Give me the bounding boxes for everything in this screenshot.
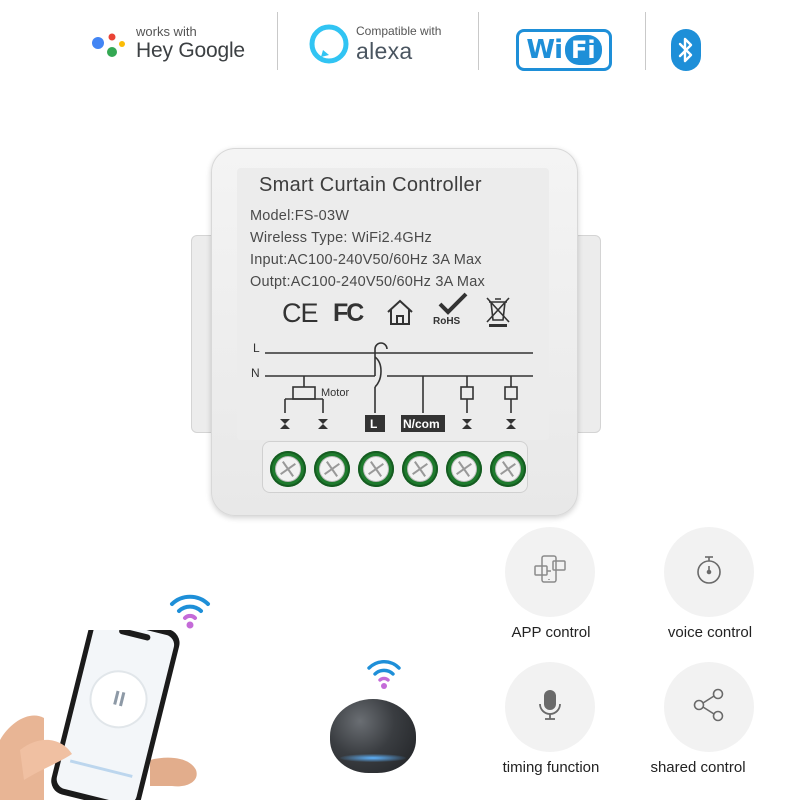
badge-divider [645, 12, 646, 70]
ce-mark: CE [282, 298, 319, 328]
screw-terminal [314, 451, 350, 487]
screw-terminal [446, 451, 482, 487]
feature-voice-control-label: voice control [667, 624, 753, 641]
google-badge: works with Hey Google [90, 14, 245, 74]
screw-terminal [402, 451, 438, 487]
terminal-label-n-com: N/com [403, 417, 440, 431]
wiring-label-n: N [251, 366, 260, 380]
feature-shared-control [664, 662, 754, 752]
hand-holding-phone [0, 613, 240, 805]
wifi-logo-wi: Wi [526, 35, 563, 65]
alexa-ring-icon [309, 24, 349, 64]
wifi-logo: Wi Fi [516, 29, 612, 71]
google-assistant-dots-icon [90, 24, 130, 64]
wiring-diagram [265, 342, 533, 432]
screw-terminal [358, 451, 394, 487]
feature-app-control [505, 527, 595, 617]
feature-timing-function-label: timing function [502, 759, 600, 776]
wifi-logo-fi: Fi [564, 35, 602, 65]
alexa-badge-small-text: Compatible with [356, 24, 442, 38]
app-control-icon [533, 553, 567, 592]
rohs-mark: RoHS [433, 316, 461, 327]
terminal-label-l: L [370, 417, 378, 431]
stopwatch-icon [693, 553, 725, 592]
smart-speaker-light-ring [340, 754, 406, 762]
alexa-badge-big-text: alexa [356, 38, 413, 64]
screw-terminal [490, 451, 526, 487]
feature-voice-control [664, 527, 754, 617]
bluetooth-icon [671, 29, 701, 71]
wiring-motor-label: Motor [321, 387, 350, 399]
badge-divider [478, 12, 479, 70]
device-output-rating: Outpt:AC100-240V50/60Hz 3A Max [250, 274, 485, 290]
wifi-signal-icon [170, 594, 210, 629]
feature-shared-control-label: shared control [650, 759, 746, 776]
bluetooth-badge [671, 20, 701, 80]
screw-terminal [270, 451, 306, 487]
wifi-signal-icon [367, 660, 401, 689]
badge-divider [277, 12, 278, 70]
feature-app-control-label: APP control [511, 624, 591, 641]
device-title: Smart Curtain Controller [259, 174, 482, 196]
alexa-badge: Compatible with alexa [309, 14, 441, 74]
device-model: Model:FS-03W [250, 208, 350, 224]
device-wireless-type: Wireless Type: WiFi2.4GHz [250, 230, 432, 246]
fcc-mark: FC [333, 299, 364, 327]
share-icon [691, 687, 727, 728]
google-badge-small-text: works with [136, 24, 197, 39]
weee-bin-icon [485, 296, 511, 333]
microphone-icon [537, 688, 563, 727]
google-badge-big-text: Hey Google [136, 39, 245, 62]
feature-timing-function [505, 662, 595, 752]
house-icon [385, 298, 415, 331]
wifi-badge: Wi Fi [516, 20, 612, 80]
wiring-label-l: L [253, 341, 260, 355]
device-input-rating: Input:AC100-240V50/60Hz 3A Max [250, 252, 482, 268]
